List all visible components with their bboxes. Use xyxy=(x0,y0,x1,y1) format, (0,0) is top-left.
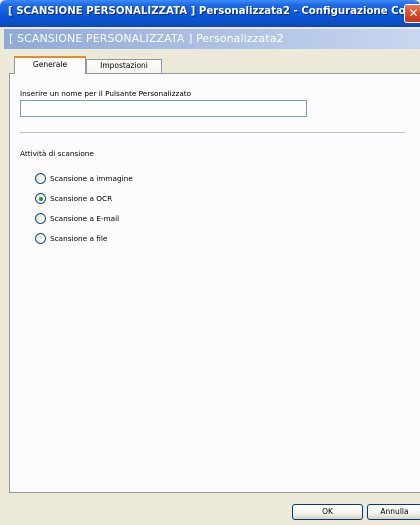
radio-selected-dot xyxy=(39,197,43,201)
window-title: [ SCANSIONE PERSONALIZZATA ] Personalizz… xyxy=(8,6,420,17)
radio-label: Scansione a OCR xyxy=(50,194,113,203)
tab-impostazioni-label: Impostazioni xyxy=(100,61,148,70)
close-icon: ✕ xyxy=(408,6,419,20)
scan-activity-label: Attività di scansione xyxy=(20,149,94,158)
header-banner: [ SCANSIONE PERSONALIZZATA ] Personalizz… xyxy=(4,29,420,49)
button-name-input[interactable] xyxy=(20,100,307,117)
button-name-label: Inserire un nome per il Pulsante Persona… xyxy=(20,89,192,98)
banner-title: [ SCANSIONE PERSONALIZZATA ] Personalizz… xyxy=(9,32,284,45)
cancel-button-label: Annulla xyxy=(380,507,409,516)
radio-circle-selected[interactable] xyxy=(35,193,46,204)
radio-label: Scansione a file xyxy=(50,234,108,243)
close-button[interactable]: ✕ xyxy=(404,4,420,23)
radio-circle[interactable] xyxy=(35,213,46,224)
tab-generale-label: Generale xyxy=(32,60,68,69)
cancel-button[interactable]: Annulla xyxy=(367,504,420,520)
title-bar[interactable]: [ SCANSIONE PERSONALIZZATA ] Personalizz… xyxy=(0,0,420,27)
section-divider xyxy=(20,132,405,133)
tab-impostazioni[interactable]: Impostazioni xyxy=(86,59,162,73)
radio-circle[interactable] xyxy=(35,233,46,244)
tab-generale[interactable]: Generale xyxy=(14,56,86,74)
ok-button-label: OK xyxy=(322,507,333,516)
ok-button[interactable]: OK xyxy=(292,504,363,520)
config-window: [ SCANSIONE PERSONALIZZATA ] Personalizz… xyxy=(0,0,420,525)
radio-label: Scansione a immagine xyxy=(50,174,133,183)
radio-circle[interactable] xyxy=(35,173,46,184)
tab-panel-generale xyxy=(9,73,420,493)
radio-label: Scansione a E-mail xyxy=(50,214,120,223)
